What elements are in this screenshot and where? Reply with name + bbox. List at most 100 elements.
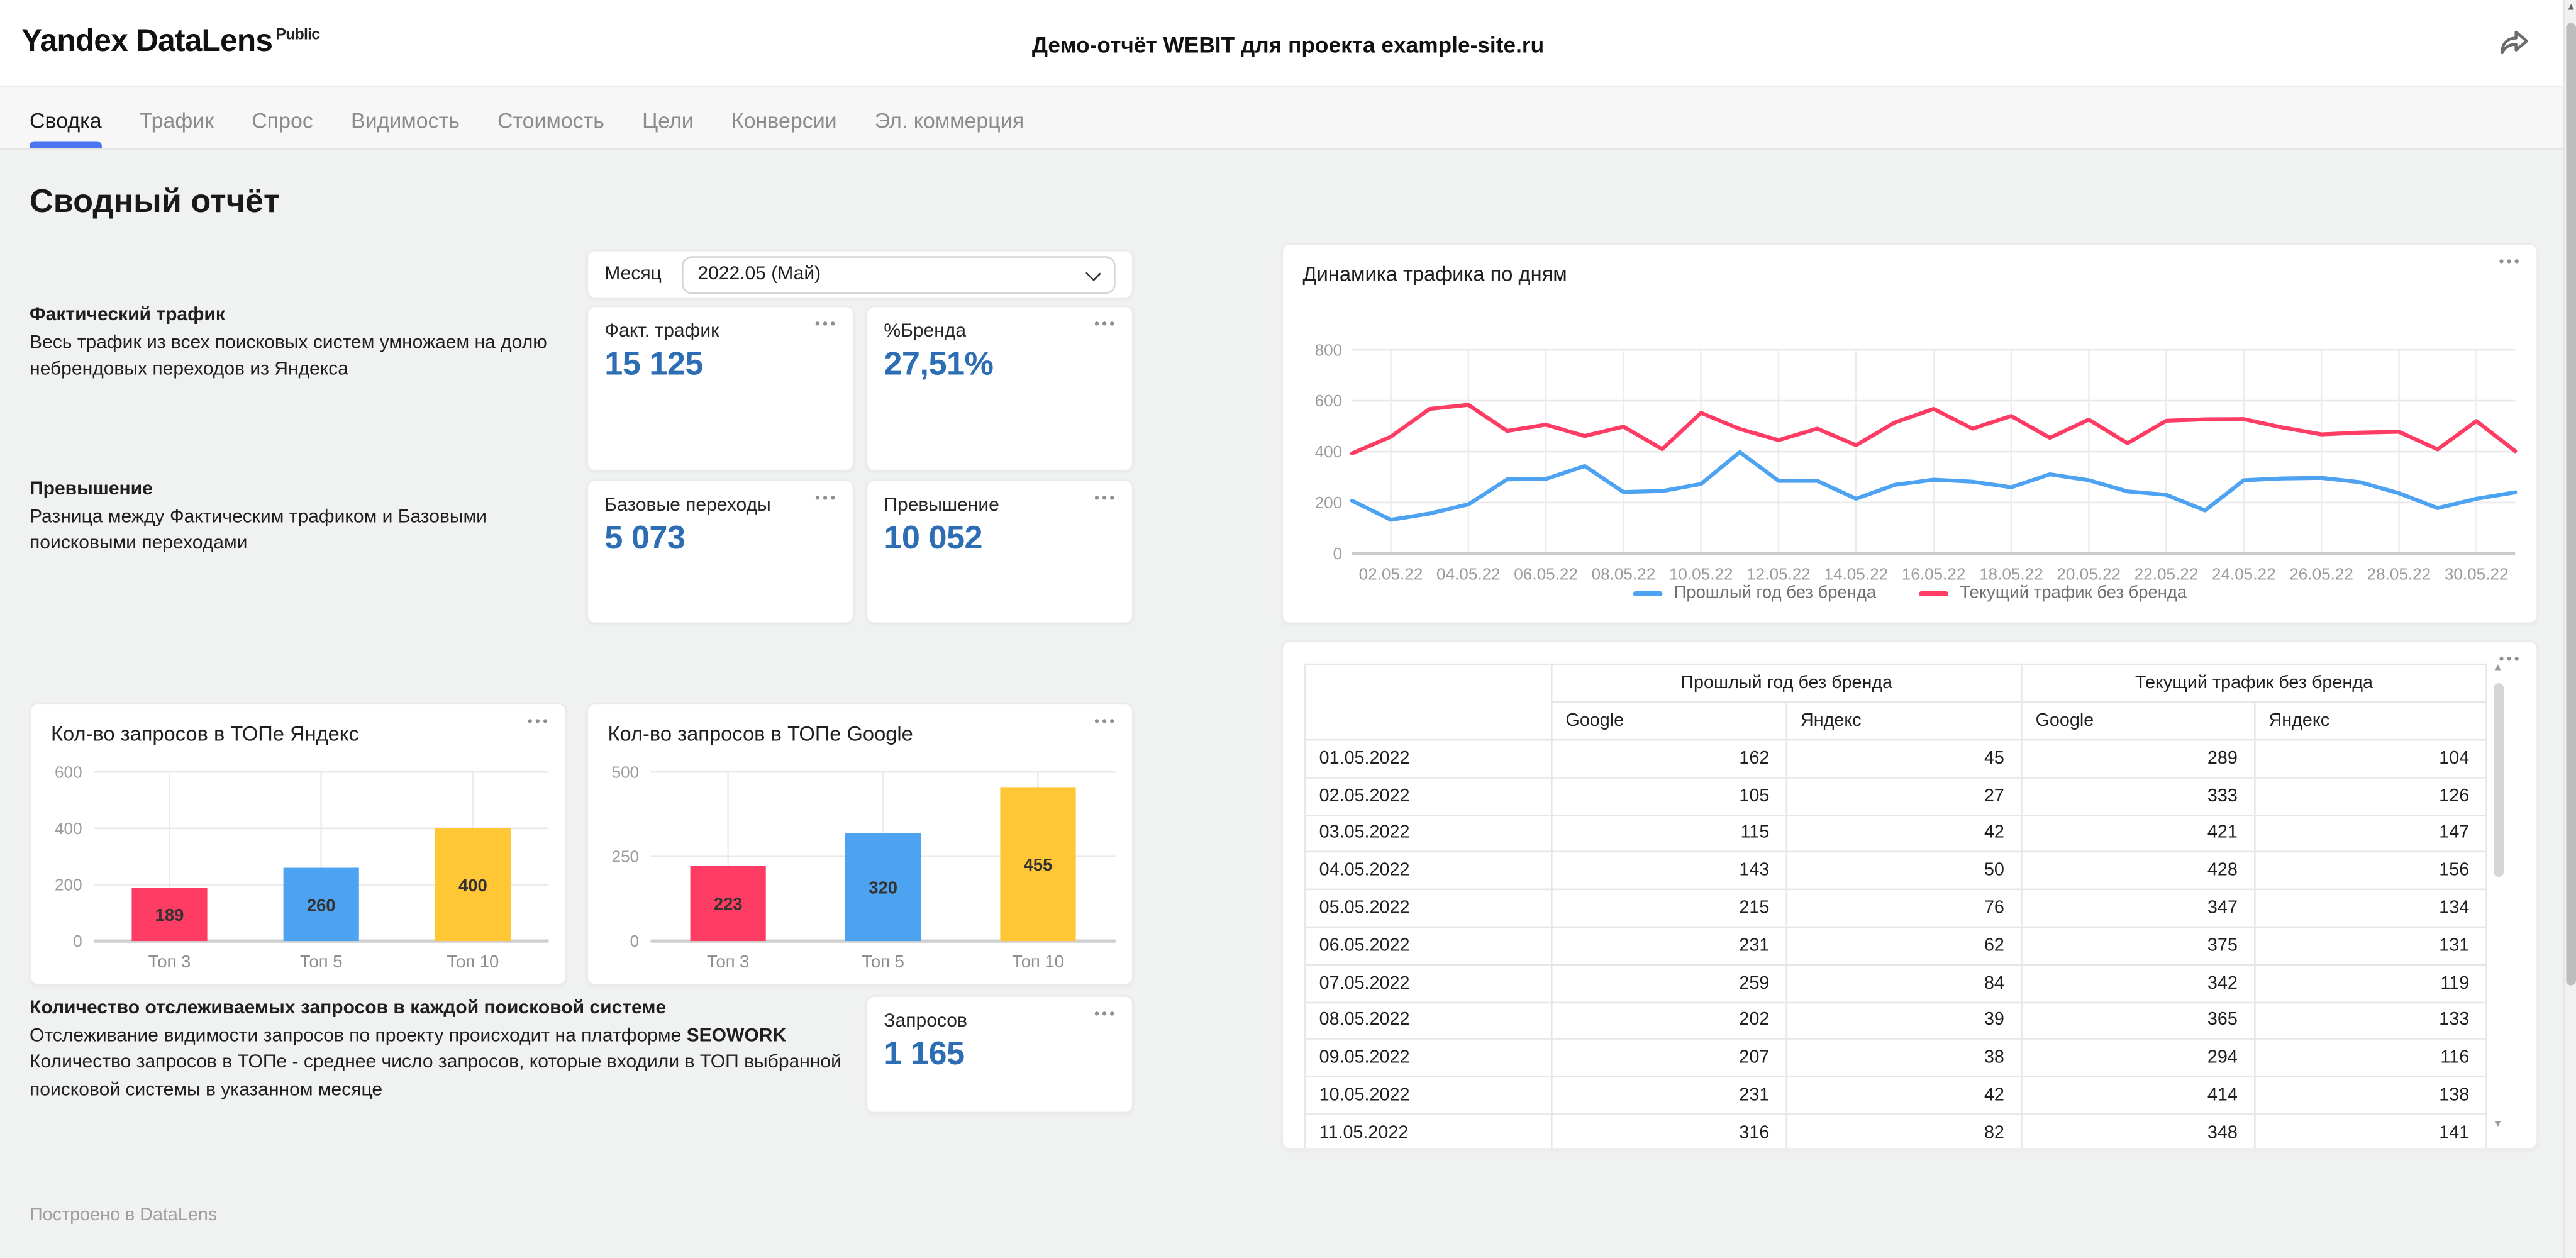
y-axis-tick-label: 600 bbox=[55, 762, 82, 781]
legend-label: Прошлый год без бренда bbox=[1674, 582, 1877, 603]
x-axis-tick-label: 04.05.22 bbox=[1436, 565, 1501, 584]
table-cell-value: 133 bbox=[2254, 1001, 2487, 1040]
table-row: 04.05.2022 143 50 428 156 bbox=[1304, 851, 2487, 891]
table-cell-value: 116 bbox=[2254, 1038, 2487, 1078]
top-queries-google-chart[interactable]: 0 250 500 223 Топ 3 320 Топ 5 455 Топ 10 bbox=[588, 749, 1135, 991]
note-line: Количество запросов в ТОПе - среднее чис… bbox=[30, 1052, 841, 1100]
table-cell-value: 215 bbox=[1550, 889, 1788, 928]
table-row: 09.05.2022 207 38 294 116 bbox=[1304, 1038, 2487, 1078]
table-scrollbar[interactable]: ▲ ▼ bbox=[2492, 664, 2504, 1130]
table-cell-value: 134 bbox=[2254, 889, 2487, 928]
tab-6[interactable]: Цели bbox=[642, 87, 694, 148]
table-corner-cell bbox=[1304, 663, 1553, 741]
x-axis-category-label: Топ 3 bbox=[148, 952, 191, 971]
table-cell-value: 126 bbox=[2254, 776, 2487, 816]
traffic-line-chart[interactable]: 02.05.22 04.05.22 06.05.22 08.05.22 10.05.22… bbox=[1296, 291, 2525, 624]
x-axis-tick-label: 30.05.22 bbox=[2445, 565, 2509, 584]
tab-7[interactable]: Конверсии bbox=[731, 87, 837, 148]
legend-label: Текущий трафик без бренда bbox=[1960, 582, 2187, 603]
bar-value-label: 223 bbox=[714, 894, 743, 914]
table-cell-value: 156 bbox=[2254, 851, 2487, 891]
table-column-header: Google bbox=[2021, 701, 2256, 741]
tab-3[interactable]: Спрос bbox=[252, 87, 313, 148]
table-cell-value: 347 bbox=[2021, 889, 2256, 928]
x-axis-category-label: Топ 5 bbox=[300, 952, 343, 971]
chevron-down-icon bbox=[1085, 265, 1101, 281]
kpi-card-base-transitions: ••• Базовые переходы 5 073 bbox=[586, 479, 855, 625]
top-queries-yandex-chart[interactable]: 0 200 400 600 189 Топ 3 260 Топ 5 400 Топ 10 bbox=[31, 749, 569, 991]
table-cell-value: 259 bbox=[1550, 964, 1788, 1003]
tab-8[interactable]: Эл. коммерция bbox=[875, 87, 1024, 148]
table-cell-value: 50 bbox=[1785, 851, 2023, 891]
app-header: Yandex DataLens Public Демо-отчёт WEBIT д… bbox=[0, 0, 2576, 87]
y-axis-tick-label: 600 bbox=[1315, 391, 1343, 410]
table-cell-date: 09.05.2022 bbox=[1304, 1038, 1553, 1078]
note-fact-traffic: Фактический трафик Весь трафик из всех п… bbox=[30, 302, 588, 383]
tab-4[interactable]: Видимость bbox=[351, 87, 460, 148]
table-cell-value: 82 bbox=[1785, 1113, 2023, 1149]
tab-2[interactable]: Трафик bbox=[140, 87, 214, 148]
scroll-up-icon[interactable]: ▲ bbox=[2565, 3, 2576, 13]
page-title: Сводный отчёт bbox=[30, 184, 280, 220]
share-icon[interactable] bbox=[2497, 26, 2530, 59]
y-axis-tick-label: 200 bbox=[1315, 493, 1343, 512]
more-menu-icon[interactable]: ••• bbox=[815, 315, 838, 331]
y-axis-tick-label: 0 bbox=[73, 932, 82, 950]
x-axis-tick-label: 18.05.22 bbox=[1979, 565, 2043, 584]
more-menu-icon[interactable]: ••• bbox=[815, 489, 838, 506]
table-cell-value: 231 bbox=[1550, 1076, 1788, 1115]
table-cell-value: 141 bbox=[2254, 1113, 2487, 1149]
scroll-down-icon[interactable]: ▼ bbox=[2492, 1120, 2504, 1130]
tab-5[interactable]: Стоимость bbox=[497, 87, 604, 148]
kpi-label: Базовые переходы bbox=[604, 496, 771, 516]
table-cell-date: 08.05.2022 bbox=[1304, 1001, 1553, 1040]
page-scrollbar[interactable]: ▲ bbox=[2563, 0, 2576, 1258]
scroll-up-icon[interactable]: ▲ bbox=[2492, 664, 2504, 674]
more-menu-icon[interactable]: ••• bbox=[1094, 713, 1117, 729]
table-cell-date: 07.05.2022 bbox=[1304, 964, 1553, 1003]
table-column-header: Google bbox=[1550, 701, 1788, 741]
legend-item[interactable]: Текущий трафик без бренда bbox=[1919, 583, 2187, 603]
table-cell-value: 147 bbox=[2254, 813, 2487, 854]
footer-built-in-datalens: Построено в DataLens bbox=[30, 1205, 218, 1225]
table-group-header: Текущий трафик без бренда bbox=[2021, 663, 2487, 703]
table-cell-value: 342 bbox=[2021, 964, 2256, 1003]
y-axis-tick-label: 400 bbox=[1315, 442, 1343, 461]
table-cell-value: 42 bbox=[1785, 1076, 2023, 1115]
page-scrollbar-thumb[interactable] bbox=[2566, 23, 2576, 986]
more-menu-icon[interactable]: ••• bbox=[1094, 315, 1117, 331]
y-axis-tick-label: 200 bbox=[55, 876, 82, 894]
table-row: 10.05.2022 231 42 414 138 bbox=[1304, 1076, 2487, 1115]
kpi-card-exceed: ••• Превышение 10 052 bbox=[865, 479, 1134, 625]
table-cell-value: 428 bbox=[2021, 851, 2256, 891]
x-axis-category-label: Топ 10 bbox=[1012, 952, 1064, 971]
more-menu-icon[interactable]: ••• bbox=[528, 713, 550, 729]
table-cell-value: 119 bbox=[2254, 964, 2487, 1003]
table-cell-date: 04.05.2022 bbox=[1304, 851, 1553, 891]
y-axis-tick-label: 500 bbox=[612, 762, 640, 781]
table-cell-value: 231 bbox=[1550, 926, 1788, 966]
legend-item[interactable]: Прошлый год без бренда bbox=[1633, 583, 1876, 603]
table-row: 02.05.2022 105 27 333 126 bbox=[1304, 776, 2487, 816]
x-axis-tick-label: 28.05.22 bbox=[2367, 565, 2431, 584]
bar-chart-title: Кол-во запросов в ТОПе Яндекс bbox=[50, 722, 359, 746]
month-filter-card: Месяц 2022.05 (Май) bbox=[586, 249, 1134, 299]
note-queries: Количество отслеживаемых запросов в кажд… bbox=[30, 995, 859, 1103]
kpi-card-fact-traffic: ••• Факт. трафик 15 125 bbox=[586, 305, 855, 472]
month-select[interactable]: 2022.05 (Май) bbox=[681, 255, 1116, 294]
kpi-value: 10 052 bbox=[884, 520, 983, 557]
table-scrollbar-thumb[interactable] bbox=[2493, 683, 2503, 877]
table-cell-value: 333 bbox=[2021, 776, 2256, 816]
x-axis-tick-label: 02.05.22 bbox=[1359, 565, 1423, 584]
note-body: Разница между Фактическим трафиком и Баз… bbox=[30, 506, 487, 554]
table-cell-value: 375 bbox=[2021, 926, 2256, 966]
dashboard-title: Демо-отчёт WEBIT для проекта example-sit… bbox=[1031, 33, 1545, 58]
y-axis-tick-label: 0 bbox=[630, 932, 640, 950]
x-axis-category-label: Топ 10 bbox=[447, 952, 499, 971]
table-column-header: Яндекс bbox=[1785, 701, 2023, 741]
more-menu-icon[interactable]: ••• bbox=[1094, 1005, 1117, 1021]
bar-value-label: 260 bbox=[307, 895, 336, 915]
more-menu-icon[interactable]: ••• bbox=[2499, 253, 2521, 269]
more-menu-icon[interactable]: ••• bbox=[1094, 489, 1117, 506]
tab-1[interactable]: Сводка bbox=[30, 87, 102, 148]
